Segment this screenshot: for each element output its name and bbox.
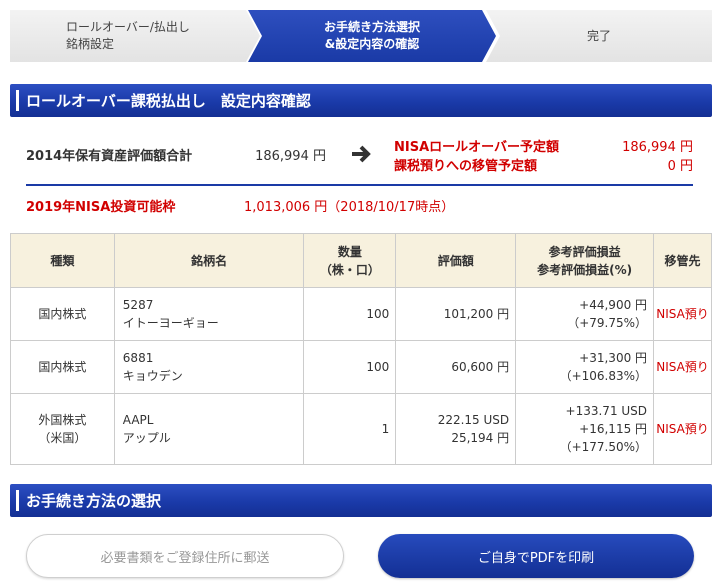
step-label: 完了 [586, 28, 611, 43]
taxable-transfer-value: 0 円 [667, 159, 693, 174]
cell-quantity: 1 [303, 393, 397, 465]
nisa-limit-value: 1,013,006 円（2018/10/17時点） [244, 200, 455, 215]
cell-value: 101,200 円 [395, 287, 517, 341]
table-row: 国内株式 6881 キョウデン 100 60,600 円 +31,300 円（+1… [10, 340, 712, 394]
cell-value: 60,600 円 [395, 340, 517, 394]
cell-destination: NISA預り [653, 393, 712, 465]
cell-type: 国内株式 [10, 287, 115, 341]
step-label-line1: お手続き方法選択 [323, 20, 420, 34]
header-accent-bar [16, 90, 19, 111]
col-header-profit-loss: 参考評価損益 参考評価損益(%) [515, 233, 655, 288]
section-header-confirm: ロールオーバー課税払出し 設定内容確認 [10, 84, 712, 117]
summary-divider [26, 184, 693, 186]
arrow-right-icon [352, 145, 371, 163]
cell-security: 6881 キョウデン [113, 340, 305, 394]
step-label-line2: &設定内容の確認 [324, 37, 420, 51]
col-header-value: 評価額 [395, 233, 517, 288]
table-row: 国内株式 5287 イトーヨーギョー 100 101,200 円 +44,900 … [10, 287, 712, 341]
cell-type: 国内株式 [10, 340, 115, 394]
step-rollover-selection: ロールオーバー/払出し 銘柄設定 [10, 10, 260, 62]
step-procedure-confirm-current: お手続き方法選択 &設定内容の確認 [248, 10, 496, 62]
step-complete: 完了 [486, 10, 712, 62]
cell-quantity: 100 [303, 340, 397, 394]
header-accent-bar [16, 490, 19, 511]
col-header-name: 銘柄名 [113, 233, 305, 288]
cell-profit-loss: +31,300 円（+106.83%） [515, 340, 655, 394]
col-header-destination: 移管先 [653, 233, 712, 288]
progress-steps: ロールオーバー/払出し 銘柄設定 お手続き方法選択 &設定内容の確認 完了 [10, 10, 712, 62]
cell-destination: NISA預り [653, 340, 712, 394]
section-title: ロールオーバー課税払出し 設定内容確認 [26, 92, 311, 110]
nisa-rollover-value: 186,994 円 [622, 140, 693, 155]
step-label-line2: 銘柄設定 [66, 37, 115, 51]
cell-security: AAPL アップル [113, 393, 305, 465]
total-assets-value: 186,994 円 [255, 149, 326, 164]
holdings-table: 種類 銘柄名 数量 （株・口） 評価額 参考評価損益 参考評価損益(%) 移管先 国… [10, 233, 712, 465]
table-row: 外国株式 （米国） AAPL アップル 1 222.15 USD 25,194 円 +… [10, 393, 712, 465]
table-header-row: 種類 銘柄名 数量 （株・口） 評価額 参考評価損益 参考評価損益(%) 移管先 [10, 233, 712, 288]
col-header-quantity: 数量 （株・口） [303, 233, 397, 288]
col-header-type: 種類 [10, 233, 115, 288]
cell-destination: NISA預り [653, 287, 712, 341]
cell-quantity: 100 [303, 287, 397, 341]
mail-documents-button[interactable]: 必要書類をご登録住所に郵送 [26, 534, 344, 578]
print-pdf-button[interactable]: ご自身でPDFを印刷 [378, 534, 694, 578]
nisa-rollover-label: NISAロールオーバー予定額 [394, 140, 560, 155]
section-title: お手続き方法の選択 [26, 492, 162, 510]
cell-value: 222.15 USD 25,194 円 [395, 393, 517, 465]
total-assets-label: 2014年保有資産評価額合計 [26, 149, 193, 164]
cell-profit-loss: +44,900 円（+79.75%） [515, 287, 655, 341]
section-header-procedure: お手続き方法の選択 [10, 484, 712, 517]
nisa-limit-label: 2019年NISA投資可能枠 [26, 200, 176, 215]
cell-security: 5287 イトーヨーギョー [113, 287, 305, 341]
step-label-line1: ロールオーバー/払出し [66, 20, 190, 34]
cell-type: 外国株式 （米国） [10, 393, 115, 465]
cell-profit-loss: +133.71 USD +16,115 円（+177.50%） [515, 393, 655, 465]
taxable-transfer-label: 課税預りへの移管予定額 [394, 159, 538, 174]
